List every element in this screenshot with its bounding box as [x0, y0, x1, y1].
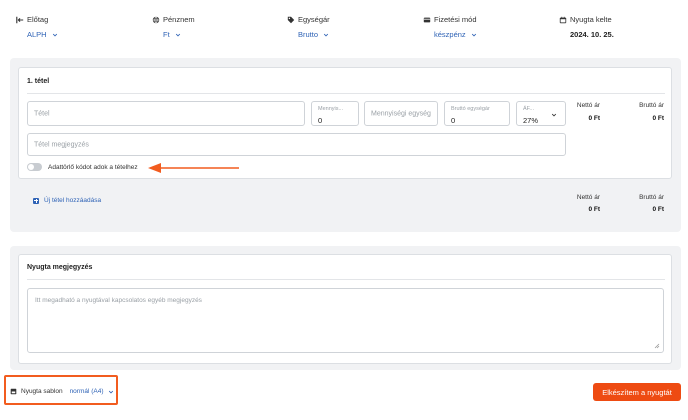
- item-title: 1. tétel: [27, 78, 50, 85]
- unit-price-select[interactable]: Brutto: [298, 30, 330, 39]
- chevron-down-icon: [551, 113, 557, 117]
- receipt-note-divider: [27, 279, 665, 280]
- issue-date-value: 2024. 10. 25.: [570, 30, 614, 39]
- total-gross-label: Bruttó ár: [639, 194, 664, 201]
- gross-unit-price-label: Bruttó egységár: [451, 106, 490, 112]
- unit-placeholder: Mennyiségi egység: [371, 110, 431, 117]
- chevron-down-icon: [323, 33, 329, 37]
- payment-label: Fizetési mód: [434, 15, 477, 24]
- create-receipt-button[interactable]: Elkészítem a nyugtát: [593, 383, 681, 401]
- item-name-input[interactable]: Tétel: [27, 101, 305, 126]
- payment-card-icon: [423, 17, 431, 22]
- gross-unit-price-value: 0: [451, 116, 456, 125]
- prefix-setting: Előtag ALPH: [16, 15, 58, 39]
- payment-value: készpénz: [434, 30, 466, 39]
- globe-icon: [152, 16, 160, 23]
- total-net-value: 0 Ft: [588, 206, 600, 213]
- prefix-value: ALPH: [27, 30, 47, 39]
- total-gross-value: 0 Ft: [652, 206, 664, 213]
- chevron-down-icon: [175, 33, 180, 37]
- issue-date-label: Nyugta kelte: [570, 15, 612, 24]
- annotation-arrow-icon: [148, 163, 239, 173]
- item-name-placeholder: Tétel: [34, 110, 50, 117]
- receipt-note-placeholder: Itt megadható a nyugtával kapcsolatos eg…: [35, 297, 202, 304]
- chevron-down-icon: [108, 390, 113, 394]
- receipt-note-textarea[interactable]: Itt megadható a nyugtával kapcsolatos eg…: [27, 288, 664, 353]
- add-item-link[interactable]: Új tétel hozzáadása: [33, 197, 101, 204]
- payment-select[interactable]: készpénz: [434, 30, 477, 39]
- resize-handle-icon[interactable]: [654, 343, 660, 349]
- quantity-label: Mennyis...: [318, 106, 344, 112]
- quantity-value: 0: [318, 116, 323, 125]
- vat-value: 27%: [523, 116, 539, 125]
- prefix-label: Előtag: [27, 15, 49, 24]
- vat-label: ÁF...: [523, 106, 535, 112]
- receipt-note-title: Nyugta megjegyzés: [27, 264, 93, 271]
- document-icon: [10, 388, 17, 395]
- template-label: Nyugta sablon: [21, 388, 63, 395]
- chevron-down-icon: [471, 33, 476, 37]
- issue-date-field[interactable]: 2024. 10. 25.: [570, 30, 614, 39]
- total-net-label: Nettó ár: [576, 194, 600, 201]
- delete-code-toggle[interactable]: [27, 163, 42, 171]
- item-title-divider: [27, 93, 665, 94]
- item-note-placeholder: Tétel megjegyzés: [34, 141, 89, 148]
- item-note-input[interactable]: Tétel megjegyzés: [27, 133, 566, 156]
- gross-unit-price-input[interactable]: Bruttó egységár 0: [444, 101, 510, 126]
- currency-label: Pénznem: [163, 15, 195, 24]
- currency-select[interactable]: Ft: [163, 30, 195, 39]
- item-net-value: 0 Ft: [588, 115, 600, 122]
- quantity-input[interactable]: Mennyis... 0: [311, 101, 359, 126]
- prefix-icon: [16, 16, 24, 23]
- delete-code-toggle-label: Adattörlő kódot adok a tételhez: [48, 164, 138, 171]
- item-gross-label: Bruttó ár: [639, 102, 664, 109]
- unit-input[interactable]: Mennyiségi egység: [364, 101, 438, 126]
- add-item-label: Új tétel hozzáadása: [44, 197, 102, 204]
- payment-setting: Fizetési mód készpénz: [423, 15, 477, 39]
- vat-select[interactable]: ÁF... 27%: [516, 101, 566, 126]
- prefix-select[interactable]: ALPH: [27, 30, 58, 39]
- calendar-icon: [559, 16, 567, 23]
- currency-value: Ft: [163, 30, 170, 39]
- template-value: normál (A4): [69, 388, 104, 395]
- pricetag-icon: [287, 16, 295, 23]
- item-net-label: Nettó ár: [576, 102, 600, 109]
- currency-setting: Pénznem Ft: [152, 15, 195, 39]
- chevron-down-icon: [52, 33, 57, 37]
- unit-price-setting: Egységár Brutto: [287, 15, 330, 39]
- receipt-template-select[interactable]: Nyugta sablon normál (A4): [10, 388, 114, 395]
- unit-price-label: Egységár: [298, 15, 330, 24]
- unit-price-value: Brutto: [298, 30, 319, 39]
- plus-icon: [33, 197, 39, 204]
- item-gross-value: 0 Ft: [652, 115, 664, 122]
- issue-date-setting: Nyugta kelte 2024. 10. 25.: [559, 15, 614, 39]
